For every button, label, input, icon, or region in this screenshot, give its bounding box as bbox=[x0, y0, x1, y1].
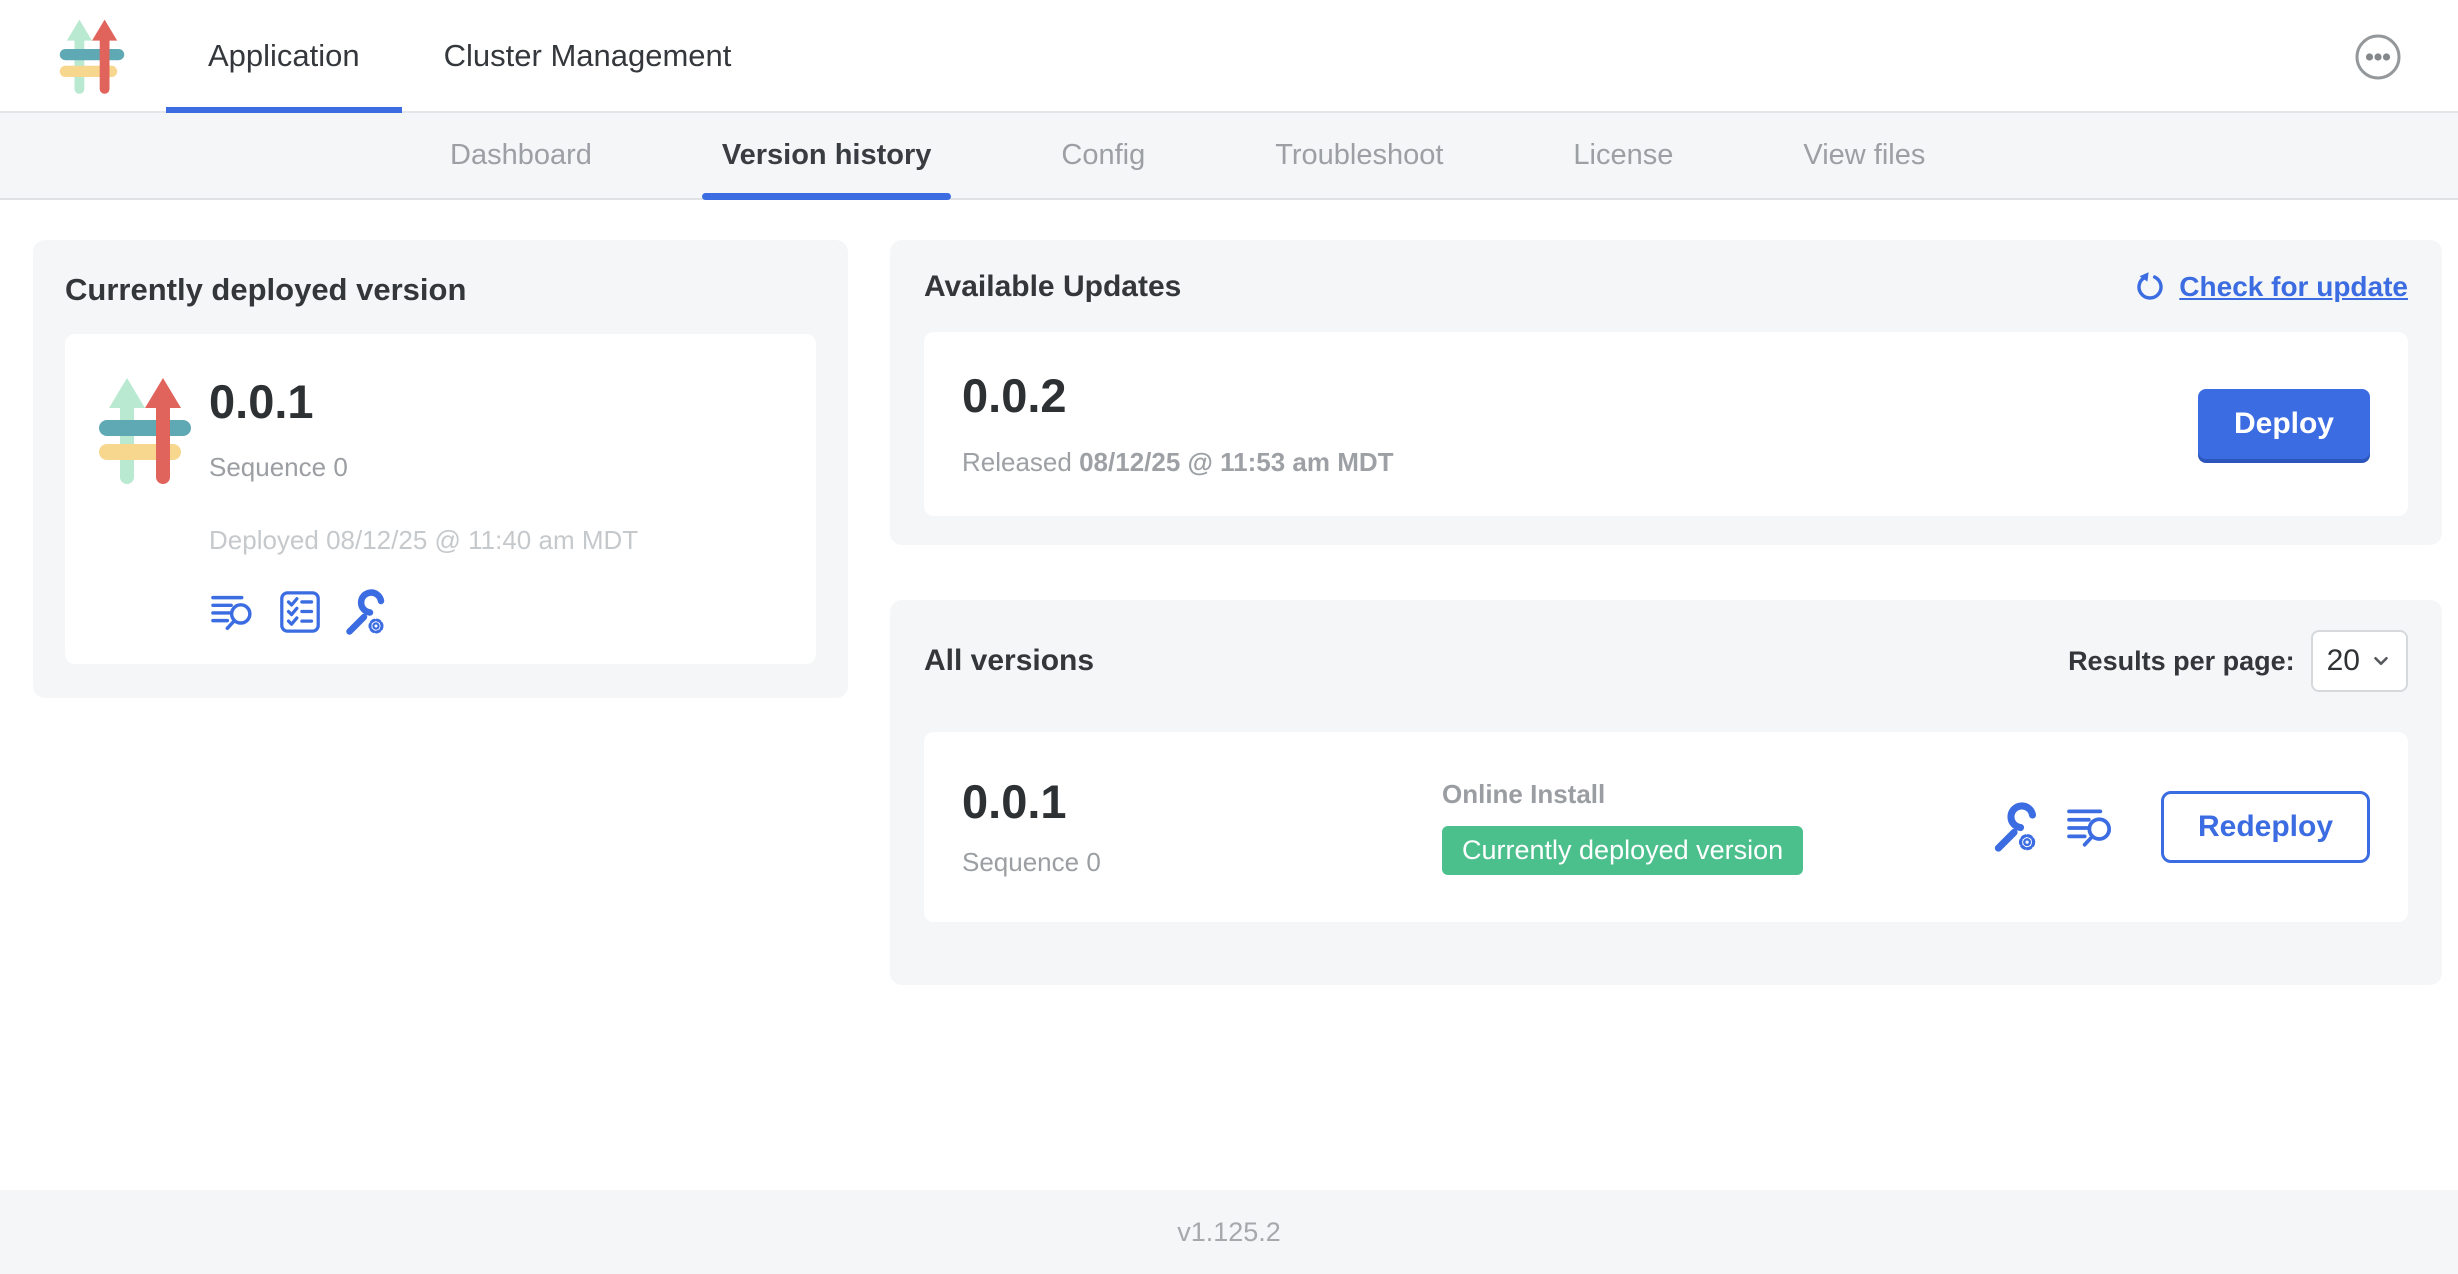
edit-config-icon[interactable] bbox=[1987, 801, 2039, 853]
tab-version-history[interactable]: Version history bbox=[702, 113, 952, 198]
overflow-menu-button[interactable] bbox=[2354, 33, 2402, 81]
results-per-page: Results per page: 20 bbox=[2068, 630, 2408, 692]
topnav-tab-label: Application bbox=[208, 38, 360, 74]
app-subnav: Dashboard Version history Config Trouble… bbox=[0, 113, 2458, 200]
app-logo-icon bbox=[56, 14, 128, 98]
topnav-tab-label: Cluster Management bbox=[444, 38, 732, 74]
all-versions-title: All versions bbox=[924, 644, 1094, 678]
row-version-number: 0.0.1 bbox=[962, 776, 1442, 828]
row-sequence: Sequence 0 bbox=[962, 847, 1442, 878]
tab-label: Dashboard bbox=[450, 139, 592, 172]
chevron-down-icon bbox=[2370, 650, 2392, 672]
app-logo-icon bbox=[97, 362, 193, 498]
tab-dashboard[interactable]: Dashboard bbox=[430, 113, 612, 198]
tab-label: Config bbox=[1061, 139, 1145, 172]
deployed-actions bbox=[209, 588, 638, 636]
deployed-timestamp: Deployed 08/12/25 @ 11:40 am MDT bbox=[209, 525, 638, 556]
all-versions-section: All versions Results per page: 20 0.0.1 … bbox=[890, 600, 2442, 985]
topnav-tab-cluster-management[interactable]: Cluster Management bbox=[402, 0, 774, 111]
edit-config-icon[interactable] bbox=[339, 588, 387, 636]
admin-console-screen: Application Cluster Management Dashboard… bbox=[0, 0, 2458, 1274]
currently-deployed-section: Currently deployed version 0.0.1 Sequenc… bbox=[33, 240, 848, 698]
deployed-sequence: Sequence 0 bbox=[209, 452, 638, 483]
deployed-version-number: 0.0.1 bbox=[209, 376, 638, 428]
tab-label: View files bbox=[1803, 139, 1925, 172]
available-updates-section: Available Updates Check for update 0.0.2… bbox=[890, 240, 2442, 545]
currently-deployed-title: Currently deployed version bbox=[65, 272, 816, 308]
console-version: v1.125.2 bbox=[1177, 1217, 1281, 1248]
preflight-checks-icon[interactable] bbox=[277, 589, 323, 635]
tab-label: Version history bbox=[722, 139, 932, 172]
update-card: 0.0.2 Released 08/12/25 @ 11:53 am MDT D… bbox=[924, 332, 2408, 516]
active-tab-underline bbox=[702, 193, 952, 200]
results-per-page-select[interactable]: 20 bbox=[2311, 630, 2408, 692]
view-logs-icon[interactable] bbox=[209, 589, 261, 635]
install-type-label: Online Install bbox=[1442, 779, 1987, 810]
currently-deployed-badge: Currently deployed version bbox=[1442, 826, 1803, 875]
tab-license[interactable]: License bbox=[1553, 113, 1693, 198]
refresh-icon bbox=[2133, 270, 2167, 304]
deployed-version-card: 0.0.1 Sequence 0 Deployed 08/12/25 @ 11:… bbox=[65, 334, 816, 664]
check-for-update-link[interactable]: Check for update bbox=[2133, 270, 2408, 304]
tab-troubleshoot[interactable]: Troubleshoot bbox=[1255, 113, 1463, 198]
results-per-page-value: 20 bbox=[2327, 644, 2360, 678]
results-per-page-label: Results per page: bbox=[2068, 646, 2295, 677]
released-timestamp: 08/12/25 @ 11:53 am MDT bbox=[1079, 447, 1393, 477]
top-navbar: Application Cluster Management bbox=[0, 0, 2458, 113]
version-row: 0.0.1 Sequence 0 Online Install Currentl… bbox=[924, 732, 2408, 922]
tab-label: Troubleshoot bbox=[1275, 139, 1443, 172]
released-prefix: Released bbox=[962, 447, 1072, 477]
update-version-number: 0.0.2 bbox=[962, 370, 1394, 422]
app-logo bbox=[56, 14, 128, 97]
footer: v1.125.2 bbox=[0, 1190, 2458, 1274]
deploy-button[interactable]: Deploy bbox=[2198, 389, 2370, 459]
tab-config[interactable]: Config bbox=[1041, 113, 1165, 198]
tab-view-files[interactable]: View files bbox=[1783, 113, 1945, 198]
row-actions: Redeploy bbox=[1987, 791, 2370, 863]
view-logs-icon[interactable] bbox=[2065, 802, 2121, 852]
available-updates-title: Available Updates bbox=[924, 270, 1181, 304]
redeploy-button[interactable]: Redeploy bbox=[2161, 791, 2370, 863]
update-released-line: Released 08/12/25 @ 11:53 am MDT bbox=[962, 447, 1394, 478]
topnav-tab-application[interactable]: Application bbox=[166, 0, 402, 111]
check-for-update-label: Check for update bbox=[2179, 271, 2408, 303]
tab-label: License bbox=[1573, 139, 1673, 172]
ellipsis-circle-icon bbox=[2354, 33, 2402, 81]
